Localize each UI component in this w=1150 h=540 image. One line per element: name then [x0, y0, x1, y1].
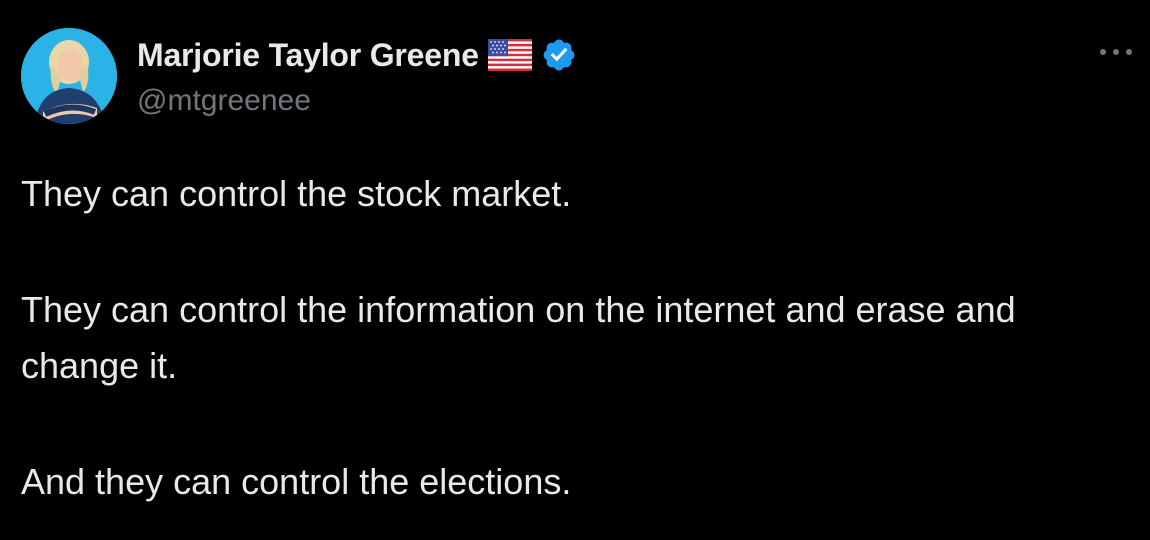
tweet-paragraph: They can control the information on the … — [21, 289, 1016, 386]
author-handle[interactable]: @mtgreenee — [137, 84, 311, 118]
tweet-paragraph: And they can control the elections. — [21, 461, 572, 502]
tweet-card: Marjorie Taylor Greene @mtgreenee They c… — [0, 0, 1150, 540]
author-name-row[interactable]: Marjorie Taylor Greene — [137, 35, 577, 75]
verified-badge-icon[interactable] — [541, 37, 577, 73]
avatar-image — [21, 28, 117, 124]
us-flag-icon — [487, 39, 532, 71]
more-options-icon — [1100, 49, 1132, 55]
author-display-name[interactable]: Marjorie Taylor Greene — [137, 37, 479, 74]
tweet-body: They can control the stock market. They … — [21, 166, 1131, 510]
more-options-button[interactable] — [1094, 40, 1138, 64]
tweet-paragraph: They can control the stock market. — [21, 173, 572, 214]
avatar[interactable] — [21, 28, 117, 124]
